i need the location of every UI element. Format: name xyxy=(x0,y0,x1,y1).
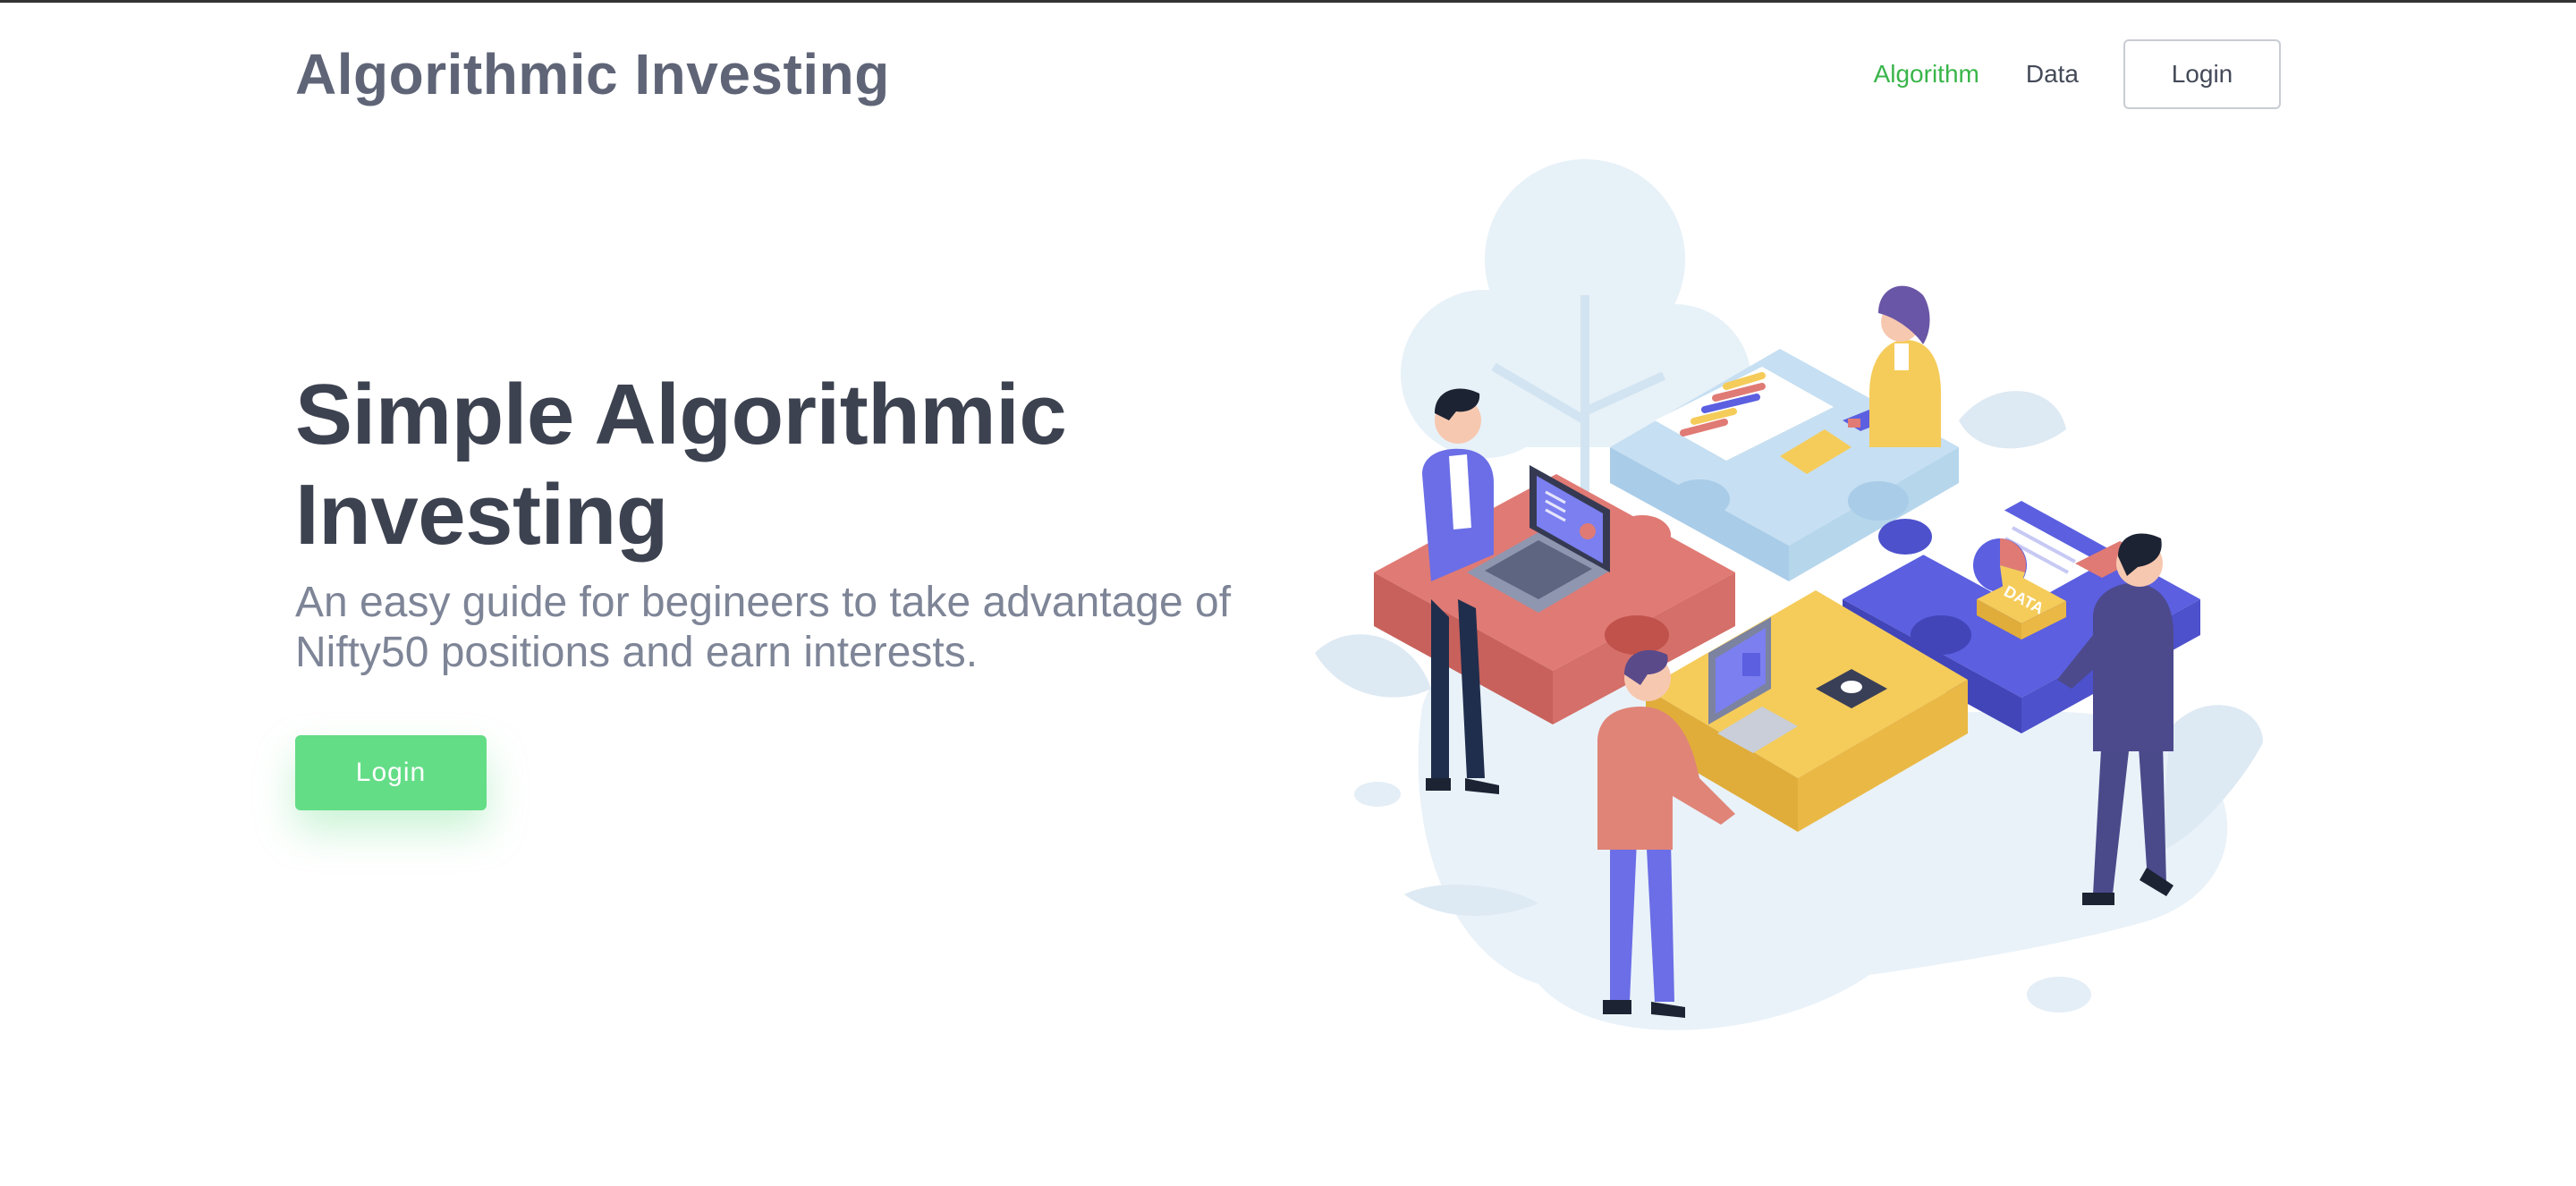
hero-title: Simple Algorithmic Investing xyxy=(295,367,1067,563)
nav-link-data[interactable]: Data xyxy=(2026,60,2079,89)
top-border xyxy=(0,0,2576,3)
nav-login-button[interactable]: Login xyxy=(2123,39,2281,109)
top-nav: Algorithm Data Login xyxy=(1874,39,2281,109)
person-woman xyxy=(1869,285,1941,447)
hero-subtitle: An easy guide for begineers to take adva… xyxy=(295,579,1232,676)
hero-login-button[interactable]: Login xyxy=(295,735,487,810)
nav-link-algorithm[interactable]: Algorithm xyxy=(1874,60,1979,89)
brand-logo[interactable]: Algorithmic Investing xyxy=(295,36,890,113)
team-puzzle-illustration: DATA xyxy=(1315,159,2263,1030)
landing-page: Algorithmic Investing Algorithm Data Log… xyxy=(0,0,2576,1186)
